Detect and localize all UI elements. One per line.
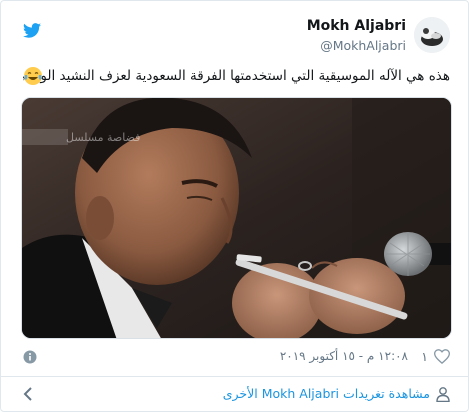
person-icon (436, 387, 450, 402)
heart-icon[interactable] (434, 349, 450, 364)
embedded-tweet-card: Mokh Aljabri @MokhAljabri هذه هي الآله ا… (0, 0, 469, 412)
chevron-left-icon (23, 387, 32, 401)
svg-text:فضاصة مسلسل: فضاصة مسلسل (66, 131, 140, 144)
like-count[interactable]: ١ (421, 349, 428, 364)
author-handle[interactable]: @MokhAljabri (320, 38, 406, 53)
info-icon[interactable] (23, 350, 37, 364)
twitter-bird-icon[interactable] (23, 23, 41, 38)
more-tweets-link[interactable]: مشاهدة تغريدات Mokh Aljabri الأخرى (223, 386, 430, 401)
author-name[interactable]: Mokh Aljabri (307, 18, 406, 34)
tweet-timestamp[interactable]: ١٢:٠٨ م - ١٥ أكتوبر ٢٠١٩ (280, 349, 408, 363)
more-tweets-row[interactable]: مشاهدة تغريدات Mokh Aljabri الأخرى (1, 377, 468, 412)
tweet-meta: ١٢:٠٨ م - ١٥ أكتوبر ٢٠١٩ ١ (23, 347, 450, 369)
face-with-tears-of-joy-icon (24, 67, 42, 85)
tweet-photo[interactable]: فضاصة مسلسل (21, 97, 452, 339)
tweet-text: هذه هي الآله الموسيقية التي استخدمتها ال… (23, 68, 450, 84)
photo-watermark: فضاصة مسلسل (22, 129, 140, 145)
author-avatar[interactable] (414, 17, 450, 53)
